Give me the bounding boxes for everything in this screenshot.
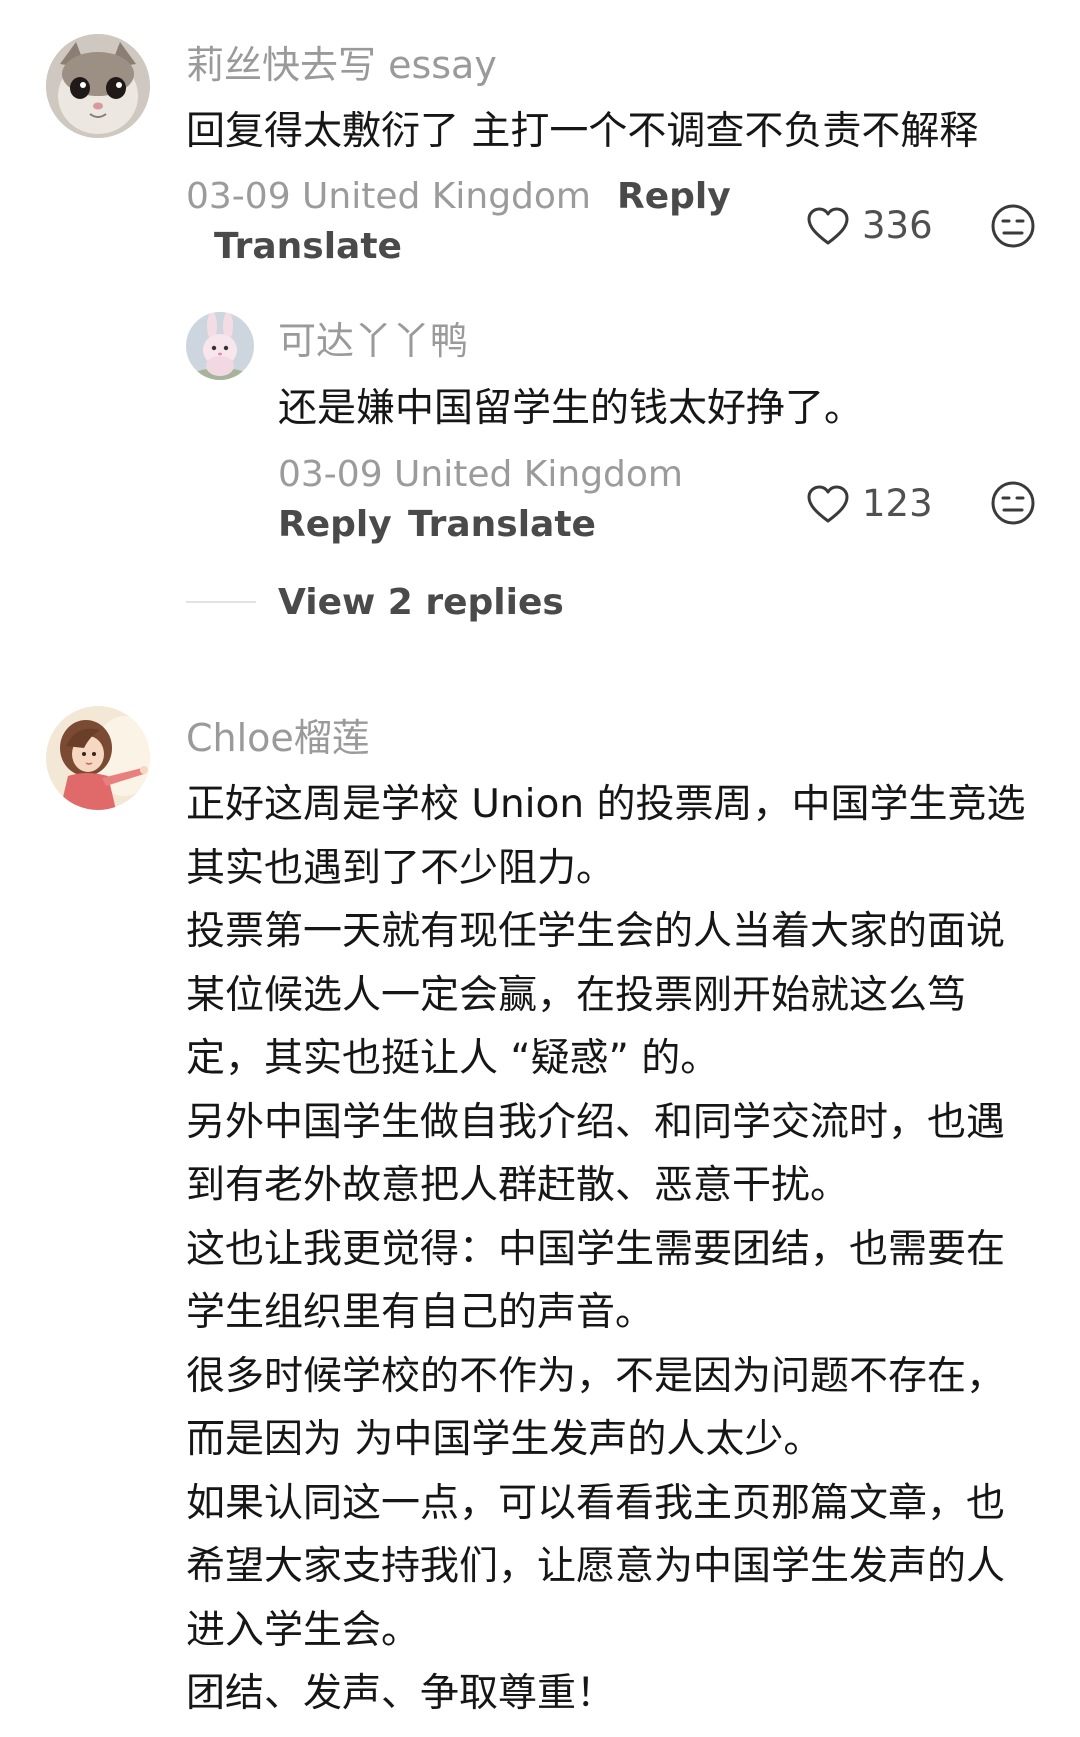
comment-line: 其实也遇到了不少阻力。: [186, 845, 616, 891]
comment-line: 如果认同这一点，可以看看我主页那篇文章，也: [186, 1480, 1006, 1526]
girl-avatar-icon: [46, 706, 150, 810]
like-button[interactable]: 336: [806, 203, 933, 249]
translate-button[interactable]: Translate: [214, 224, 402, 270]
comment-date-location: 03-09 United Kingdom: [186, 176, 591, 217]
comment-line: 而是因为 为中国学生发声的人太少。: [186, 1417, 823, 1462]
view-replies-button[interactable]: View 2 replies: [278, 580, 564, 626]
reply-date-location: 03-09 United Kingdom: [278, 454, 683, 495]
heart-icon: [807, 485, 849, 523]
comment-line: 进入学生会。: [186, 1607, 421, 1653]
dislike-face-icon: [991, 204, 1035, 248]
comment-line: 某位候选人一定会赢，在投票刚开始就这么笃: [186, 972, 967, 1018]
reply-dislike-button[interactable]: [990, 480, 1036, 526]
reply-username[interactable]: 可达丫丫鸭: [278, 317, 468, 365]
comment-username[interactable]: Chloe榴莲: [186, 714, 370, 762]
reply-avatar[interactable]: [186, 312, 254, 380]
comment-line: 团结、发声、争取尊重！: [186, 1671, 616, 1716]
reply-like-button[interactable]: 123: [806, 481, 933, 527]
comment-text: 回复得太敷衍了 主打一个不调查不负责不解释: [186, 109, 979, 154]
like-count: 123: [862, 482, 933, 525]
comment-line: 很多时候学校的不作为，不是因为问题不存在，: [186, 1353, 1006, 1399]
comment-line: 定，其实也挺让人 “疑惑” 的。: [186, 1036, 720, 1081]
heart-icon: [807, 207, 849, 245]
reply-translate-button[interactable]: Translate: [408, 502, 596, 548]
replies-divider: [186, 601, 256, 603]
comment-line: 正好这周是学校 Union 的投票周，中国学生竞选: [186, 782, 1026, 827]
avatar[interactable]: [46, 706, 150, 810]
avatar[interactable]: [46, 34, 150, 138]
comment-text: 正好这周是学校 Union 的投票周，中国学生竞选 其实也遇到了不少阻力。 投票…: [186, 773, 1025, 1726]
dislike-button[interactable]: [990, 203, 1036, 249]
comment-line: 到有老外故意把人群赶散、恶意干扰。: [186, 1163, 850, 1208]
reply-button[interactable]: Reply: [617, 174, 731, 220]
like-count: 336: [862, 204, 933, 247]
comment-line: 这也让我更觉得：中国学生需要团结，也需要在: [186, 1226, 1006, 1272]
reply-reply-button[interactable]: Reply: [278, 502, 392, 548]
bunny-avatar-icon: [186, 312, 254, 380]
comment-line: 另外中国学生做自我介绍、和同学交流时，也遇: [186, 1099, 1006, 1145]
comment-line: 学生组织里有自己的声音。: [186, 1290, 655, 1335]
comment-line: 希望大家支持我们，让愿意为中国学生发声的人: [186, 1544, 1006, 1589]
reply-text: 还是嫌中国留学生的钱太好挣了。: [278, 386, 864, 431]
comment-line: 投票第一天就有现任学生会的人当着大家的面说: [186, 909, 1006, 954]
cat-avatar-icon: [46, 34, 150, 138]
dislike-face-icon: [991, 481, 1035, 525]
comment-username[interactable]: 莉丝快去写 essay: [186, 41, 497, 89]
